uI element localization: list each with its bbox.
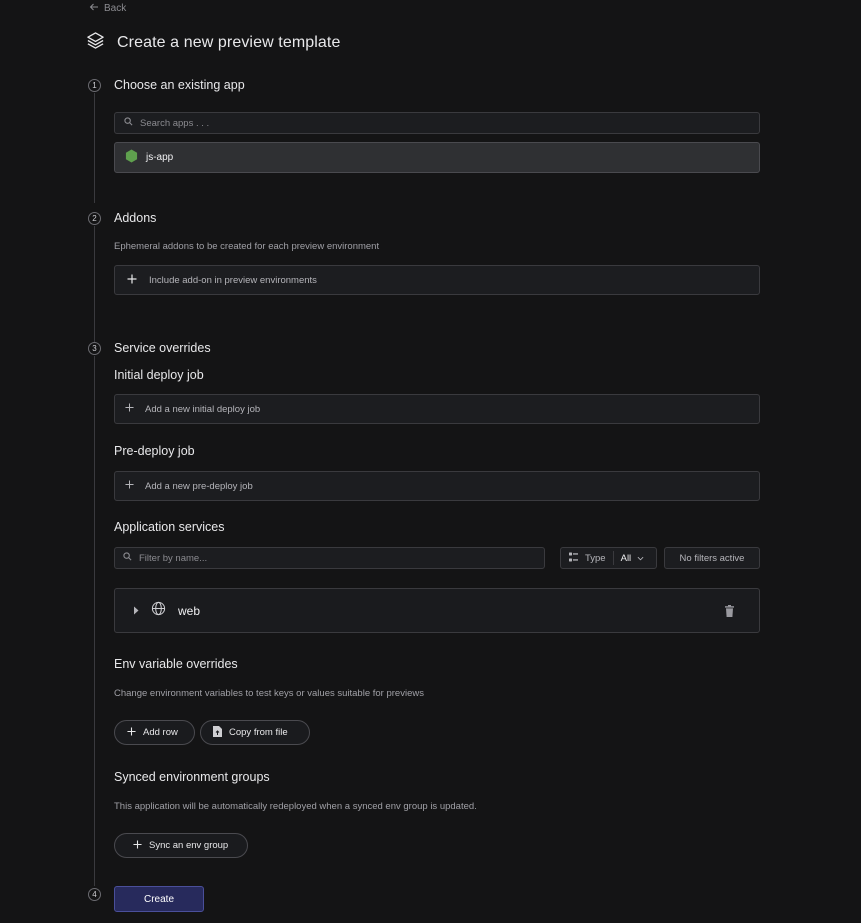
- sync-env-group-button[interactable]: Sync an env group: [114, 833, 248, 858]
- app-search-placeholder: Search apps . . .: [140, 117, 210, 129]
- add-pre-deploy-label: Add a new pre-deploy job: [145, 480, 253, 492]
- filters-status-button[interactable]: No filters active: [664, 547, 760, 569]
- trash-icon[interactable]: [725, 604, 734, 622]
- plus-icon: [125, 403, 134, 415]
- application-services-heading: Application services: [114, 520, 225, 534]
- file-upload-icon: [213, 725, 222, 740]
- layers-icon: [86, 31, 105, 55]
- synced-groups-heading: Synced environment groups: [114, 770, 270, 784]
- step-number-2: 2: [88, 212, 101, 225]
- service-name: web: [178, 603, 201, 618]
- step-title-choose-app: Choose an existing app: [114, 78, 245, 92]
- step-connector: [94, 356, 95, 886]
- env-overrides-description: Change environment variables to test key…: [114, 688, 424, 699]
- divider: [612, 551, 614, 565]
- search-icon: [124, 117, 133, 129]
- step-connector: [94, 226, 95, 342]
- type-filter-value: All: [620, 552, 632, 564]
- plus-icon: [127, 726, 136, 739]
- addons-description: Ephemeral addons to be created for each …: [114, 241, 380, 252]
- synced-groups-description: This application will be automatically r…: [114, 801, 477, 812]
- pre-deploy-heading: Pre-deploy job: [114, 444, 195, 458]
- service-filter-input[interactable]: Filter by name...: [114, 547, 545, 569]
- back-link[interactable]: Back: [89, 2, 126, 15]
- globe-icon: [151, 601, 166, 621]
- page-header: Create a new preview template: [86, 31, 340, 55]
- caret-right-icon[interactable]: [133, 602, 139, 620]
- service-row-web[interactable]: web: [114, 588, 760, 633]
- type-filter-dropdown[interactable]: Type All: [560, 547, 657, 569]
- chevron-down-icon: [637, 553, 644, 564]
- create-button[interactable]: Create: [114, 886, 204, 912]
- page-title: Create a new preview template: [117, 34, 341, 51]
- add-row-label: Add row: [143, 727, 178, 738]
- plus-icon: [127, 274, 137, 287]
- nodejs-icon: [125, 149, 138, 166]
- initial-deploy-heading: Initial deploy job: [114, 368, 204, 382]
- step-title-addons: Addons: [114, 211, 157, 225]
- service-filter-placeholder: Filter by name...: [139, 552, 208, 564]
- step-connector: [94, 93, 95, 203]
- arrow-left-icon: [89, 2, 99, 15]
- copy-from-file-label: Copy from file: [229, 727, 288, 738]
- env-overrides-heading: Env variable overrides: [114, 657, 238, 671]
- app-option-js-app[interactable]: js-app: [114, 142, 760, 173]
- search-icon: [123, 552, 132, 564]
- include-addon-label: Include add-on in preview environments: [149, 274, 317, 286]
- plus-icon: [133, 839, 142, 852]
- add-initial-deploy-button[interactable]: Add a new initial deploy job: [114, 394, 760, 424]
- step-number-3: 3: [88, 342, 101, 355]
- add-pre-deploy-button[interactable]: Add a new pre-deploy job: [114, 471, 760, 501]
- add-initial-deploy-label: Add a new initial deploy job: [145, 403, 261, 415]
- include-addon-button[interactable]: Include add-on in preview environments: [114, 265, 760, 295]
- plus-icon: [125, 480, 134, 492]
- app-search-input[interactable]: Search apps . . .: [114, 112, 760, 134]
- sync-env-group-label: Sync an env group: [149, 840, 229, 851]
- step-number-1: 1: [88, 79, 101, 92]
- filter-icon: [569, 552, 579, 565]
- type-filter-label: Type: [585, 552, 606, 564]
- step-title-service-overrides: Service overrides: [114, 341, 211, 355]
- step-number-4: 4: [88, 888, 101, 901]
- copy-from-file-button[interactable]: Copy from file: [200, 720, 310, 745]
- back-label: Back: [104, 3, 127, 14]
- app-name: js-app: [146, 152, 174, 163]
- add-row-button[interactable]: Add row: [114, 720, 195, 745]
